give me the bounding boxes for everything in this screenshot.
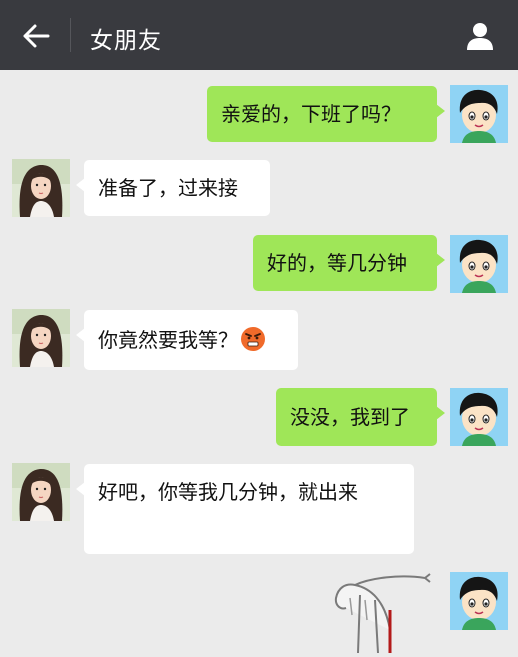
girlfriend-avatar[interactable] <box>12 463 70 521</box>
message-bubble-sent[interactable]: 好的，等几分钟 <box>253 235 445 291</box>
person-icon[interactable] <box>464 20 496 52</box>
message-bubble-received[interactable]: 准备了，过来接 <box>76 160 270 216</box>
chat-header: 女朋友 <box>0 0 518 70</box>
my-avatar[interactable] <box>450 388 508 446</box>
message-text: 你竟然要我等？ <box>98 328 238 352</box>
my-avatar[interactable] <box>450 235 508 293</box>
chat-title: 女朋友 <box>90 28 162 54</box>
girlfriend-avatar[interactable] <box>12 309 70 367</box>
bleeding-stick-figure-sticker[interactable] <box>330 570 435 654</box>
my-avatar[interactable] <box>450 572 508 630</box>
message-bubble-received[interactable]: 好吧，你等我几分钟，就出来 <box>76 464 414 554</box>
message-bubble-sent[interactable]: 没没，我到了 <box>276 388 445 446</box>
message-bubble-received[interactable]: 你竟然要我等？ <box>76 310 298 370</box>
girlfriend-avatar[interactable] <box>12 159 70 217</box>
arrow-left-icon[interactable] <box>22 22 50 50</box>
my-avatar[interactable] <box>450 85 508 143</box>
message-bubble-sent[interactable]: 亲爱的，下班了吗？ <box>207 86 445 142</box>
angry-face-icon <box>240 326 266 352</box>
header-divider <box>70 18 71 52</box>
